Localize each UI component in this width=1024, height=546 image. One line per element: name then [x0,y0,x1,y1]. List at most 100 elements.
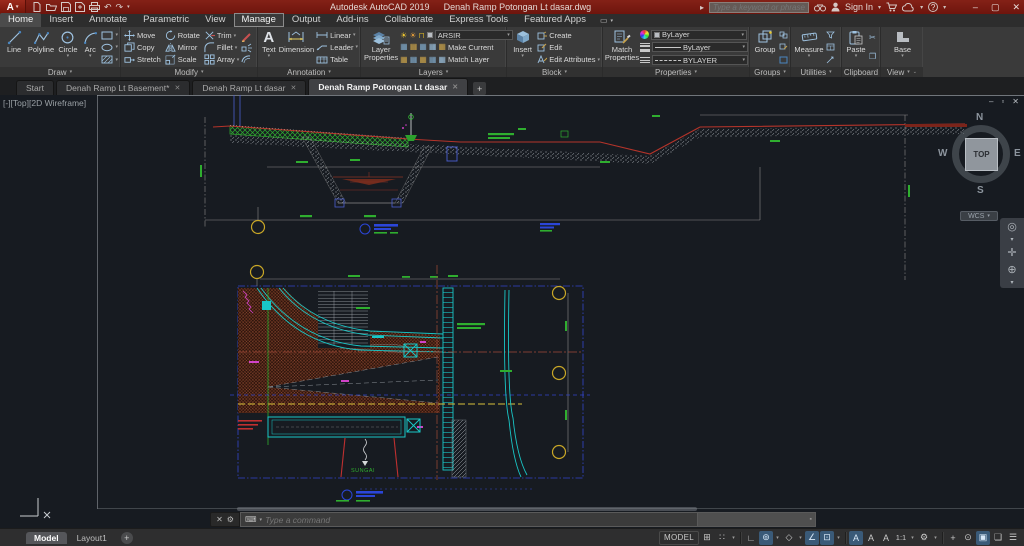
file-tab-potongan[interactable]: Denah Ramp Potongan Lt dasar ✕ [308,78,469,95]
viewcube[interactable]: N S W E TOP [938,112,1021,205]
cut-tool[interactable]: ✂ [869,33,876,44]
create-block-tool[interactable]: Create [537,30,600,41]
match-layer-tool[interactable]: ▦ ▦ ▦ ▦ ▦ Match Layer [400,54,513,65]
graphics-performance-toggle[interactable]: ▣ [976,530,990,545]
paste-tool[interactable]: Paste ▾ [845,28,867,67]
tab-addins[interactable]: Add-ins [328,13,376,27]
tab-output[interactable]: Output [284,13,329,27]
zoom-icon[interactable]: ⊕ [1007,263,1016,276]
user-icon[interactable] [831,2,840,12]
file-tab-start[interactable]: Start [16,80,54,95]
tab-annotate[interactable]: Annotate [81,13,135,27]
a360-cloud-icon[interactable] [902,2,915,12]
mirror-tool[interactable]: Mirror [164,42,200,54]
make-current-tool[interactable]: ▦ ▦ ▦ ▦ ▦ Make Current [400,42,513,53]
close-icon[interactable]: ✕ [290,84,296,92]
group-edit-tool[interactable] [779,42,788,53]
polyline-tool[interactable]: Polyline [27,28,55,67]
layer-properties-tool[interactable]: Layer Properties [364,28,398,67]
group-selection-tool[interactable] [779,54,788,65]
polar-tracking-toggle[interactable]: ⊚ [759,530,773,545]
close-icon[interactable]: ✕ [452,83,458,91]
ellipse-tool[interactable]: ▾ [101,42,118,53]
tab-express-tools[interactable]: Express Tools [441,13,516,27]
move-tool[interactable]: Move [124,30,161,42]
view-panel-label[interactable]: View ▾ ⌄ [881,67,923,77]
apps-caret-icon[interactable]: ▾ [920,4,923,11]
chevron-down-icon[interactable]: ▾ [260,517,263,523]
open-folder-icon[interactable] [46,2,57,12]
offset-tool[interactable] [241,53,252,64]
object-snap-toggle[interactable]: ⊡ [820,530,834,545]
save-icon[interactable] [61,2,71,12]
minimize-button[interactable]: – [973,2,978,12]
viewcube-east[interactable]: E [1014,148,1021,159]
ungroup-tool[interactable] [779,30,788,41]
search-toggle-icon[interactable]: ▸ [700,3,704,12]
measure-tool[interactable]: Measure ▾ [794,28,824,67]
fillet-tool[interactable]: Fillet ▾ [204,42,239,54]
copy-tool[interactable]: Copy [124,42,161,54]
layer-color-swatch[interactable] [426,32,433,39]
file-tab-dasar[interactable]: Denah Ramp Lt dasar ✕ [192,80,307,95]
snap-toggle[interactable]: ∷ [715,531,729,545]
customization-menu[interactable]: ☰ [1006,531,1020,545]
dimension-tool[interactable]: Dimension [279,28,314,67]
trim-tool[interactable]: Trim ▾ [204,30,239,42]
app-menu-button[interactable]: A ▾ [0,0,26,14]
edit-block-tool[interactable]: Edit [537,42,600,53]
search-binoculars-icon[interactable] [814,3,827,12]
copy-clip-tool[interactable]: ❐ [869,51,876,62]
tab-view[interactable]: View [197,13,233,27]
plot-icon[interactable] [89,2,100,12]
tab-insert[interactable]: Insert [41,13,81,27]
redo-icon[interactable]: ↷ [116,2,124,12]
panel-launcher-icon[interactable]: ⌄ [913,69,917,75]
save-as-icon[interactable] [75,2,85,12]
new-drawing-tab-button[interactable]: + [473,82,487,95]
app-store-cart-icon[interactable] [886,2,898,12]
pan-icon[interactable]: ✛ [1007,246,1016,259]
block-panel-label[interactable]: Block ▾ [507,67,602,77]
quick-select-tool[interactable] [826,30,835,41]
array-tool[interactable]: Array ▾ [204,54,239,66]
ribbon-collapse-control[interactable]: ▭ ▾ [600,16,613,27]
erase-tool[interactable] [241,31,252,42]
object-snap-tracking-toggle[interactable]: ∠ [805,530,819,545]
clipboard-panel-label[interactable]: Clipboard [842,67,880,77]
linear-dimension-tool[interactable]: Linear ▾ [316,30,358,41]
properties-panel-label[interactable]: Properties ▾ [603,67,749,77]
customize-wrench-icon[interactable]: ⚙ [227,515,234,524]
qat-customize-icon[interactable]: ▾ [127,2,130,12]
insert-tool[interactable]: Insert ▾ [510,28,535,67]
snap-caret[interactable]: ▾ [730,531,737,545]
groups-panel-label[interactable]: Groups ▾ [750,67,790,77]
drawing-canvas[interactable]: [-][Top][2D Wireframe] – ▫ ✕ SUNGAI N S … [0,95,1024,528]
tab-collaborate[interactable]: Collaborate [377,13,442,27]
isodraft-toggle[interactable]: ◇ [782,531,796,545]
rotate-tool[interactable]: Rotate [165,30,200,42]
base-tool[interactable]: Base ▾ [889,28,917,67]
id-point-tool[interactable] [826,54,835,65]
close-button[interactable]: ✕ [1012,2,1020,13]
annotation-scale-icon[interactable]: A [879,531,893,545]
circle-tool[interactable]: Circle ▾ [57,28,79,67]
osnap-caret[interactable]: ▾ [835,531,842,545]
workspace-caret[interactable]: ▾ [932,531,939,545]
tab-featured-apps[interactable]: Featured Apps [516,13,594,27]
close-icon[interactable]: ✕ [216,515,223,524]
command-line-grip[interactable]: ✕ ⚙ [210,512,240,527]
undo-icon[interactable]: ↶ [104,2,112,12]
tab-parametric[interactable]: Parametric [135,13,197,27]
isolate-objects-toggle[interactable]: ⊙ [961,531,975,545]
help-caret-icon[interactable]: ▾ [943,4,946,11]
maximize-button[interactable]: ▢ [991,2,1000,13]
edit-attributes-tool[interactable]: Edit Attributes ▾ [537,54,600,65]
rectangle-tool[interactable]: ▾ [101,30,118,41]
viewcube-top-face[interactable]: TOP [965,138,998,171]
close-icon[interactable]: ✕ [174,84,180,92]
viewcube-south[interactable]: S [977,185,984,196]
annotation-panel-label[interactable]: Annotation ▾ [258,67,360,77]
object-color-dropdown[interactable]: ByLayer ▾ [651,29,747,40]
workspace-switching[interactable]: ⚙ [917,531,931,545]
